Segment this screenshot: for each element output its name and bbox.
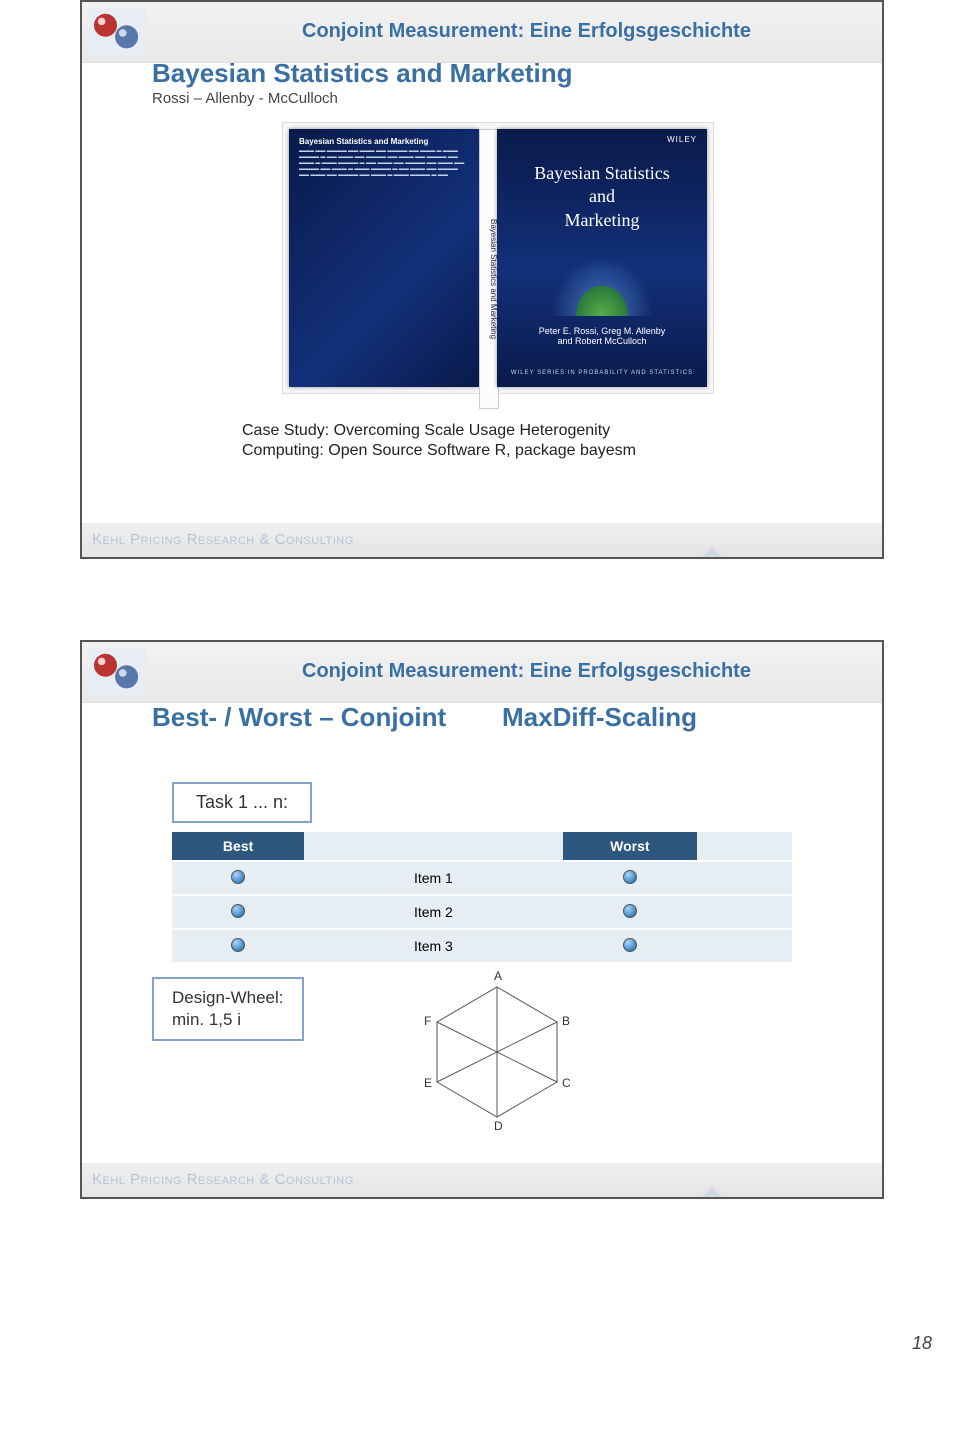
hex-label: E [424, 1076, 432, 1090]
spheres-icon [88, 8, 146, 56]
book-spine: Bayesian Statistics and Marketing [479, 129, 499, 409]
book-back-title: Bayesian Statistics and Marketing [289, 129, 479, 148]
hex-label: D [494, 1119, 503, 1132]
slide-footer-strip: Kehl Pricing Research & Consulting [82, 1163, 882, 1197]
book-front-title: Bayesian Statistics and Marketing [497, 144, 707, 232]
case-study-text: Case Study: Overcoming Scale Usage Heter… [242, 422, 610, 440]
slide-1: Conjoint Measurement: Eine Erfolgsgeschi… [80, 0, 884, 559]
page-number: 18 [912, 1333, 932, 1354]
design-wheel-box: Design-Wheel: min. 1,5 i [152, 977, 304, 1041]
radio-icon[interactable] [231, 938, 245, 952]
slide-super-title: Conjoint Measurement: Eine Erfolgsgeschi… [302, 660, 751, 683]
radio-icon[interactable] [231, 870, 245, 884]
book-publisher: WILEY [497, 129, 707, 144]
item-label: Item 2 [304, 895, 562, 929]
radio-icon[interactable] [623, 904, 637, 918]
hex-label: A [494, 969, 502, 983]
item-label: Item 1 [304, 861, 562, 895]
slide1-subtitle: Rossi – Allenby - McCulloch [152, 90, 338, 107]
best-worst-table: Best Worst Item 1 Item 2 Item 3 [172, 832, 792, 962]
book-authors-l1: Peter E. Rossi, Greg M. Allenby [539, 326, 666, 336]
hex-label: B [562, 1014, 570, 1028]
table-row: Item 2 [172, 895, 792, 929]
table-row: Item 3 [172, 929, 792, 962]
book-series: WILEY SERIES IN PROBABILITY AND STATISTI… [497, 370, 707, 376]
book-front-title-l2: and [589, 186, 615, 206]
slide-footer-strip: Kehl Pricing Research & Consulting [82, 523, 882, 557]
slide-2: Conjoint Measurement: Eine Erfolgsgeschi… [80, 640, 884, 1199]
book-front-title-l1: Bayesian Statistics [534, 163, 669, 183]
spheres-icon [88, 648, 146, 696]
slide-super-title: Conjoint Measurement: Eine Erfolgsgeschi… [302, 20, 751, 43]
radio-icon[interactable] [623, 938, 637, 952]
footer-triangle-icon [702, 1187, 722, 1197]
design-wheel-l2: min. 1,5 i [172, 1010, 241, 1029]
radio-icon[interactable] [231, 904, 245, 918]
hex-label: C [562, 1076, 571, 1090]
col-worst-header: Worst [563, 832, 698, 861]
book-front-cover: WILEY Bayesian Statistics and Marketing … [497, 129, 707, 387]
hex-label: F [424, 1014, 431, 1028]
bell-curve-icon [542, 246, 662, 316]
slide1-title: Bayesian Statistics and Marketing [152, 58, 572, 89]
slide2-title-left: Best- / Worst – Conjoint [152, 702, 446, 733]
design-wheel-l1: Design-Wheel: [172, 988, 284, 1007]
col-best-header: Best [172, 832, 304, 861]
slide-header-strip: Conjoint Measurement: Eine Erfolgsgeschi… [82, 642, 882, 703]
book-authors: Peter E. Rossi, Greg M. Allenby and Robe… [497, 326, 707, 346]
radio-icon[interactable] [623, 870, 637, 884]
footer-triangle-icon [702, 547, 722, 557]
item-label: Item 3 [304, 929, 562, 962]
footer-brand: Kehl Pricing Research & Consulting [92, 531, 354, 548]
book-image: Bayesian Statistics and Marketing ▬▬▬ ▬▬… [282, 122, 714, 394]
book-back-blurb: ▬▬▬ ▬▬ ▬▬▬▬ ▬▬ ▬▬▬ ▬▬ ▬▬▬▬ ▬▬ ▬▬▬ ▬ ▬▬▬ … [289, 148, 479, 178]
slide-header-strip: Conjoint Measurement: Eine Erfolgsgeschi… [82, 2, 882, 63]
table-row: Item 1 [172, 861, 792, 895]
book-back-cover: Bayesian Statistics and Marketing ▬▬▬ ▬▬… [289, 129, 479, 387]
book-front-title-l3: Marketing [565, 210, 640, 230]
slide2-title-right: MaxDiff-Scaling [502, 702, 697, 733]
footer-brand: Kehl Pricing Research & Consulting [92, 1171, 354, 1188]
task-label-box: Task 1 ... n: [172, 782, 312, 823]
book-authors-l2: and Robert McCulloch [557, 336, 646, 346]
hexagon-diagram: A B C D E F [402, 962, 592, 1132]
table-header-row: Best Worst [172, 832, 792, 861]
computing-text: Computing: Open Source Software R, packa… [242, 442, 636, 460]
